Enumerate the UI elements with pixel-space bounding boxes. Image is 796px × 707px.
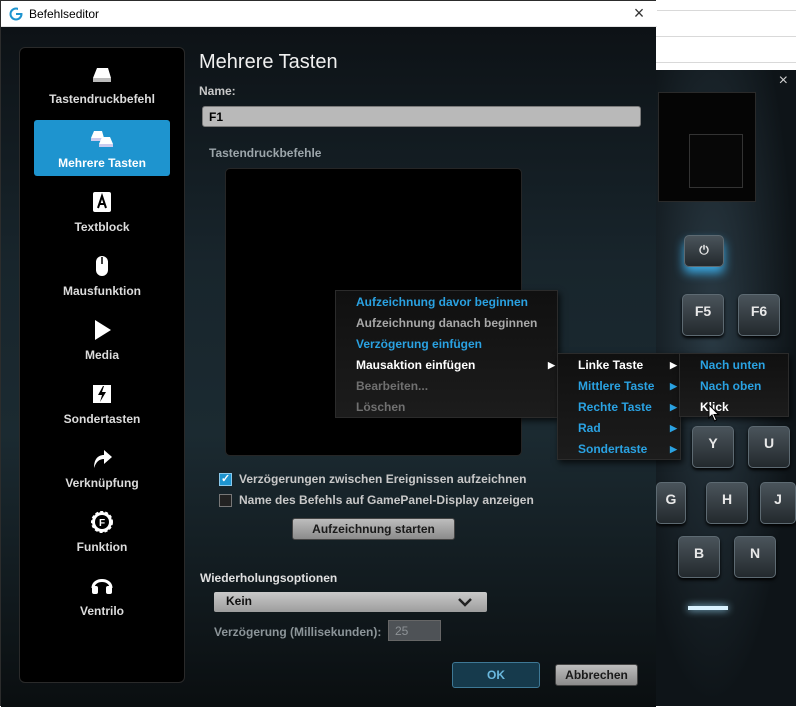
logitech-g-logo-icon bbox=[9, 7, 23, 21]
gamepanel-display-inner bbox=[689, 134, 743, 188]
submenu-arrow-icon: ▶ bbox=[670, 360, 677, 370]
mouse-action-submenu: Linke Taste ▶ Mittlere Taste ▶ Rechte Ta… bbox=[557, 353, 681, 460]
sidebar-item-mouse[interactable]: Mausfunktion bbox=[34, 248, 170, 304]
submenu-arrow-icon: ▶ bbox=[670, 423, 677, 433]
svg-text:F: F bbox=[99, 518, 105, 529]
left-button-submenu: Nach unten Nach oben Klick bbox=[679, 353, 789, 417]
name-input[interactable] bbox=[202, 106, 641, 127]
sidebar-item-shortcut[interactable]: Verknüpfung bbox=[34, 440, 170, 496]
sidebar-item-label: Ventrilo bbox=[79, 604, 124, 618]
sidebar-item-label: Funktion bbox=[76, 540, 128, 554]
keyboard-key: H bbox=[706, 482, 748, 524]
menu-item-insert-mouse-action[interactable]: Mausaktion einfügen ▶ bbox=[336, 355, 557, 376]
sidebar-item-media[interactable]: Media bbox=[34, 312, 170, 368]
cancel-button[interactable]: Abbrechen bbox=[555, 664, 638, 686]
sidebar-item-function[interactable]: F Funktion bbox=[34, 504, 170, 560]
menu-item-right-button[interactable]: Rechte Taste ▶ bbox=[558, 397, 680, 418]
multi-keys-icon bbox=[91, 131, 113, 147]
sidebar-item-label: Textblock bbox=[74, 220, 130, 234]
keyboard-key: G bbox=[656, 482, 686, 524]
menu-item-label: Sondertaste bbox=[578, 442, 648, 456]
menu-item-edit: Bearbeiten... bbox=[356, 379, 429, 393]
repeat-options-value: Kein bbox=[226, 594, 253, 608]
menu-item-wheel[interactable]: Rad ▶ bbox=[558, 418, 680, 439]
page-title: Mehrere Tasten bbox=[199, 51, 338, 73]
submenu-arrow-icon: ▶ bbox=[670, 402, 677, 412]
repeat-options-label: Wiederholungsoptionen bbox=[200, 571, 338, 585]
menu-item-label: Rechte Taste bbox=[578, 400, 652, 414]
special-key-icon bbox=[93, 385, 111, 403]
keyboard-key-gamepanel: ⏻ bbox=[684, 235, 724, 267]
keystrokes-label: Tastendruckbefehle bbox=[209, 146, 322, 160]
submenu-arrow-icon: ▶ bbox=[670, 444, 677, 454]
menu-item-click[interactable]: Klick bbox=[680, 397, 788, 418]
keyboard-key: J bbox=[760, 482, 796, 524]
keyboard-key: Y bbox=[692, 426, 734, 468]
keyboard-key: F5 bbox=[682, 294, 724, 336]
sidebar-item-label: Mehrere Tasten bbox=[58, 156, 146, 170]
delay-input[interactable]: 25 bbox=[388, 620, 441, 641]
name-label: Name: bbox=[199, 84, 236, 98]
show-name-label: Name des Befehls auf GamePanel-Display a… bbox=[239, 493, 534, 507]
keyboard-key: B bbox=[678, 536, 720, 578]
start-recording-button[interactable]: Aufzeichnung starten bbox=[292, 518, 455, 540]
close-button[interactable]: × bbox=[629, 3, 649, 24]
menu-item-label: Mittlere Taste bbox=[578, 379, 655, 393]
command-type-sidebar: Tastendruckbefehl Mehrere Tasten Textblo… bbox=[19, 47, 185, 683]
keyboard-preview-close-icon[interactable]: × bbox=[779, 72, 788, 90]
mouse-icon bbox=[96, 256, 108, 276]
sidebar-item-keystroke[interactable]: Tastendruckbefehl bbox=[34, 56, 170, 112]
sidebar-item-multi-keys[interactable]: Mehrere Tasten bbox=[34, 120, 170, 176]
repeat-options-select[interactable]: Kein bbox=[214, 592, 487, 612]
record-delays-checkbox[interactable] bbox=[219, 472, 232, 486]
menu-item-release-up[interactable]: Nach oben bbox=[680, 376, 788, 397]
record-delays-label: Verzögerungen zwischen Ereignissen aufze… bbox=[239, 472, 527, 486]
gamepanel-display bbox=[658, 92, 756, 202]
menu-item-record-after[interactable]: Aufzeichnung danach beginnen bbox=[336, 313, 557, 334]
window-title: Befehlseditor bbox=[29, 7, 100, 21]
menu-item-middle-button[interactable]: Mittlere Taste ▶ bbox=[558, 376, 680, 397]
show-name-checkbox[interactable] bbox=[219, 494, 232, 507]
keyboard-key: U bbox=[748, 426, 790, 468]
keyboard-led bbox=[688, 606, 728, 610]
sidebar-item-label: Sondertasten bbox=[63, 412, 141, 426]
menu-item-press-down[interactable]: Nach unten bbox=[680, 355, 788, 376]
menu-item-delete: Löschen bbox=[356, 400, 406, 414]
headset-icon bbox=[91, 579, 113, 594]
submenu-arrow-icon: ▶ bbox=[670, 381, 677, 391]
function-gear-icon: F bbox=[91, 511, 113, 533]
delay-label: Verzögerung (Millisekunden): bbox=[214, 625, 382, 639]
sidebar-item-label: Verknüpfung bbox=[65, 476, 139, 490]
context-menu: Aufzeichnung davor beginnen Aufzeichnung… bbox=[335, 290, 558, 418]
sidebar-item-special-keys[interactable]: Sondertasten bbox=[34, 376, 170, 432]
menu-item-left-button[interactable]: Linke Taste ▶ bbox=[558, 355, 680, 376]
play-icon bbox=[95, 320, 111, 340]
submenu-arrow-icon: ▶ bbox=[548, 360, 555, 370]
menu-item-record-before[interactable]: Aufzeichnung davor beginnen bbox=[336, 292, 557, 313]
shortcut-arrow-icon bbox=[94, 450, 112, 468]
key-icon bbox=[93, 68, 111, 82]
sidebar-item-ventrilo[interactable]: Ventrilo bbox=[34, 568, 170, 624]
sidebar-item-label: Tastendruckbefehl bbox=[49, 92, 155, 106]
chevron-down-icon bbox=[458, 598, 472, 607]
sidebar-item-label: Media bbox=[84, 348, 119, 362]
menu-item-label: Linke Taste bbox=[578, 358, 644, 372]
sidebar-item-text-block[interactable]: Textblock bbox=[34, 184, 170, 240]
menu-item-label: Rad bbox=[578, 421, 601, 435]
keyboard-key: N bbox=[734, 536, 776, 578]
sidebar-item-label: Mausfunktion bbox=[63, 284, 141, 298]
keyboard-key: F6 bbox=[738, 294, 780, 336]
text-block-icon bbox=[93, 192, 111, 212]
menu-item-insert-delay[interactable]: Verzögerung einfügen bbox=[336, 334, 557, 355]
title-bar: Befehlseditor × bbox=[1, 1, 657, 27]
mouse-cursor-icon bbox=[708, 404, 720, 422]
menu-item-label: Mausaktion einfügen bbox=[356, 358, 476, 372]
menu-item-special-button[interactable]: Sondertaste ▶ bbox=[558, 439, 680, 460]
ok-button[interactable]: OK bbox=[452, 662, 540, 688]
